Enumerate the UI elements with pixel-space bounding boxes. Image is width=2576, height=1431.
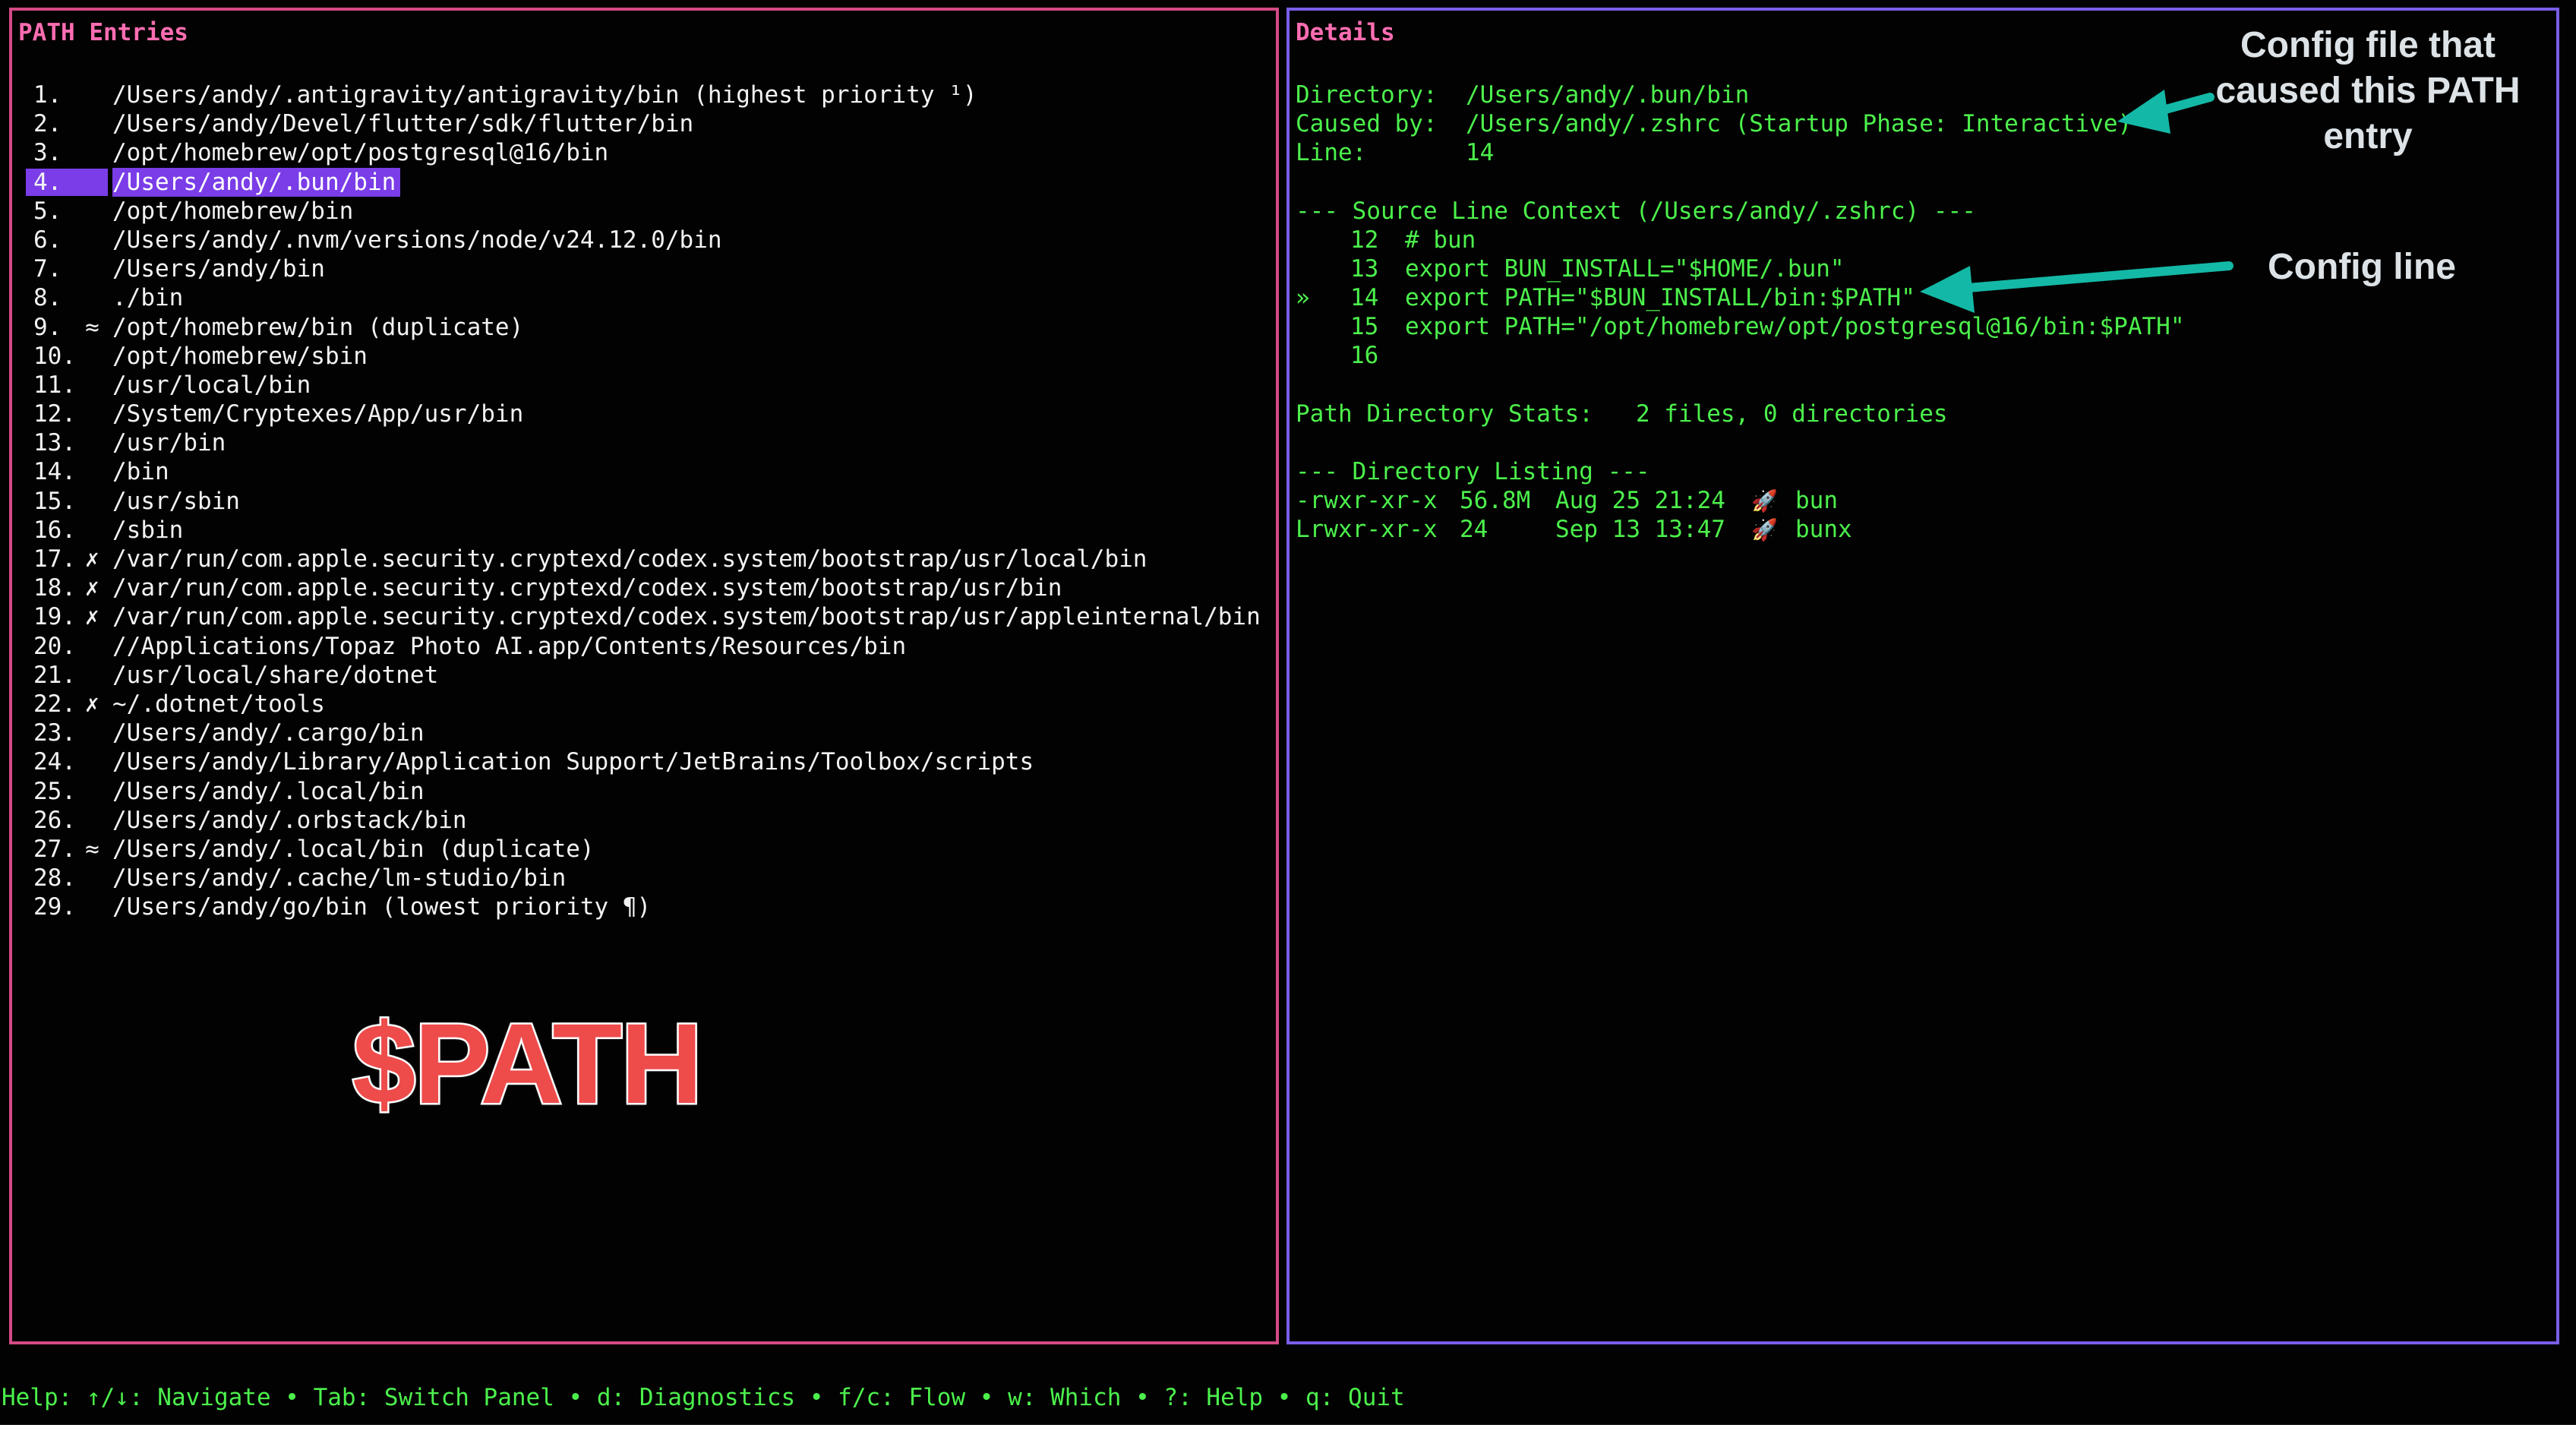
- arrow-icon: [2117, 90, 2215, 134]
- annotation-arrows: [1920, 90, 2233, 313]
- arrow-icon: [1920, 261, 2233, 313]
- help-bar: Help: ↑/↓: Navigate • Tab: Switch Panel …: [2, 1384, 1405, 1411]
- terminal-window: PATH Entries 1./Users/andy/.antigravity/…: [0, 0, 2576, 1425]
